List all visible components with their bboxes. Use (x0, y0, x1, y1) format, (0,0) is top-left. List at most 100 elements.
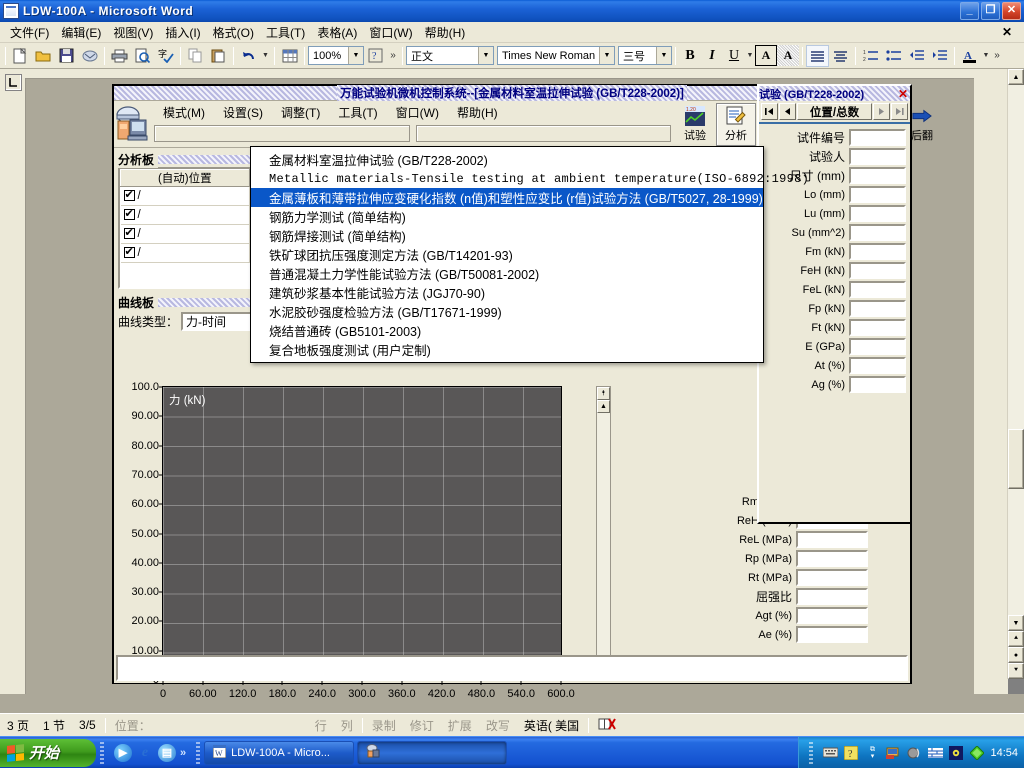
bold-button[interactable]: B (679, 45, 701, 66)
taskbar-grip-3[interactable] (809, 742, 813, 764)
data-field-input[interactable] (849, 376, 906, 393)
toolbar-overflow-icon-2[interactable]: » (991, 45, 1003, 67)
dropdown-item[interactable]: 普通混凝土力学性能试验方法 (GB/T50081-2002) (251, 264, 763, 283)
close-button[interactable]: ✕ (1002, 2, 1021, 20)
help-tray-icon[interactable]: ? (843, 745, 859, 761)
data-field-input[interactable] (849, 338, 906, 355)
status-language[interactable]: 英语( 美国 (517, 717, 586, 734)
taskbar-grip-1[interactable] (100, 742, 104, 764)
data-field-input[interactable] (849, 319, 906, 336)
row-checkbox[interactable] (124, 190, 135, 201)
tab-selector-button[interactable] (5, 74, 22, 91)
app-menu-help[interactable]: 帮助(H) (448, 103, 507, 122)
network-icon[interactable] (885, 745, 901, 761)
data-field-input[interactable] (849, 205, 906, 222)
toolbar-button-test[interactable]: 1.20 试验 (675, 103, 715, 146)
zoom-combo[interactable]: 100% ▼ (308, 46, 364, 65)
fontsize-combo[interactable]: 三号 ▼ (618, 46, 672, 65)
new-document-icon[interactable] (9, 45, 32, 67)
align-left-icon[interactable] (806, 45, 829, 67)
app-menu-adjust[interactable]: 调整(T) (272, 103, 329, 122)
spellcheck-icon[interactable]: 字 (154, 45, 177, 67)
data-field-input[interactable] (849, 129, 906, 146)
chart-scroll-top-button[interactable]: ⯭ (597, 387, 610, 400)
taskbar-item-ldw-app[interactable] (357, 741, 507, 765)
shield-icon[interactable] (969, 745, 985, 761)
data-panel-close-button[interactable]: ✕ (898, 87, 910, 101)
data-field-input[interactable] (849, 186, 906, 203)
row-checkbox[interactable] (124, 228, 135, 239)
chevron-down-icon-size[interactable]: ▼ (656, 47, 671, 64)
firewall-icon[interactable] (927, 745, 943, 761)
result-input[interactable] (796, 588, 868, 605)
data-field-input[interactable] (849, 262, 906, 279)
font-color-dropdown-icon[interactable]: ▼ (981, 45, 991, 67)
menu-file[interactable]: 文件(F) (4, 22, 55, 43)
chart-vertical-scrollbar[interactable]: ⯭ ▲ ▼ (596, 386, 611, 681)
status-track-changes[interactable]: 修订 (403, 717, 441, 734)
save-icon[interactable] (55, 45, 78, 67)
menu-format[interactable]: 格式(O) (207, 22, 260, 43)
next-record-button[interactable] (873, 103, 890, 120)
row-checkbox[interactable] (124, 209, 135, 220)
data-field-input[interactable] (849, 357, 906, 374)
style-combo[interactable]: 正文 ▼ (406, 46, 494, 65)
result-input[interactable] (796, 550, 868, 567)
clock[interactable]: 14:54 (990, 747, 1018, 759)
dropdown-item[interactable]: 烧结普通砖 (GB5101-2003) (251, 321, 763, 340)
underline-dropdown-icon[interactable]: ▼ (745, 45, 755, 67)
open-icon[interactable] (32, 45, 55, 67)
dropdown-item-selected[interactable]: 金属薄板和薄带拉伸应变硬化指数 (n值)和塑性应变比 (r值)试验方法 (GB/… (251, 188, 763, 207)
data-field-input[interactable] (849, 243, 906, 260)
spelling-status-icon[interactable] (591, 717, 625, 734)
dropdown-item[interactable]: 建筑砂浆基本性能试验方法 (JGJ70-90) (251, 283, 763, 302)
result-input[interactable] (796, 626, 868, 643)
keyboard-layout-icon[interactable] (822, 745, 838, 761)
result-input[interactable] (796, 531, 868, 548)
menu-window[interactable]: 窗口(W) (363, 22, 418, 43)
dropdown-item[interactable]: 铁矿球团抗压强度测定方法 (GB/T14201-93) (251, 245, 763, 264)
bulleted-list-icon[interactable] (882, 45, 905, 67)
cell-position[interactable]: / (121, 244, 250, 263)
cell-position[interactable]: / (121, 225, 250, 244)
restore-button[interactable]: ❐ (981, 2, 1000, 20)
paste-icon[interactable] (207, 45, 230, 67)
font-combo[interactable]: Times New Roman ▼ (497, 46, 615, 65)
data-field-input[interactable] (849, 148, 906, 165)
first-record-button[interactable] (761, 103, 778, 120)
next-page-button[interactable]: ⯆ (1008, 663, 1024, 679)
menu-help[interactable]: 帮助(H) (419, 22, 472, 43)
chart-scroll-up-button[interactable]: ▲ (597, 400, 610, 413)
undo-icon[interactable] (237, 45, 260, 67)
email-icon[interactable] (78, 45, 101, 67)
quick-launch-overflow-icon[interactable]: » (180, 747, 186, 759)
app-menu-tools[interactable]: 工具(T) (329, 103, 386, 122)
status-extend[interactable]: 扩展 (441, 717, 479, 734)
row-checkbox[interactable] (124, 247, 135, 258)
menu-table[interactable]: 表格(A) (311, 22, 363, 43)
scrollbar-thumb[interactable] (1008, 429, 1024, 489)
shading-char-button[interactable]: A (777, 45, 799, 66)
scroll-up-button[interactable]: ▲ (1008, 69, 1024, 85)
internet-explorer-icon[interactable]: e (136, 744, 154, 762)
column-header-position[interactable]: (自动)位置 (121, 170, 250, 187)
previous-record-button[interactable] (779, 103, 796, 120)
numbered-list-icon[interactable]: 12 (859, 45, 882, 67)
app-menu-mode[interactable]: 模式(M) (154, 103, 214, 122)
media-player-icon[interactable]: ▶ (114, 744, 132, 762)
close-document-button[interactable]: ✕ (996, 23, 1018, 41)
menu-insert[interactable]: 插入(I) (159, 22, 206, 43)
insert-table-icon[interactable] (278, 45, 301, 67)
result-input[interactable] (796, 569, 868, 586)
chevron-down-icon[interactable]: ▼ (348, 47, 363, 64)
italic-button[interactable]: I (701, 45, 723, 66)
data-field-input[interactable] (849, 167, 906, 184)
data-field-input[interactable] (849, 300, 906, 317)
data-field-input[interactable] (849, 224, 906, 241)
border-char-button[interactable]: A (755, 45, 777, 66)
app-menu-window[interactable]: 窗口(W) (387, 103, 448, 122)
menu-view[interactable]: 视图(V) (107, 22, 159, 43)
print-preview-icon[interactable] (131, 45, 154, 67)
document-vertical-scrollbar[interactable]: ▲ ▼ ⯅ ● ⯆ (1007, 69, 1024, 679)
dropdown-item[interactable]: 水泥胶砂强度检验方法 (GB/T17671-1999) (251, 302, 763, 321)
